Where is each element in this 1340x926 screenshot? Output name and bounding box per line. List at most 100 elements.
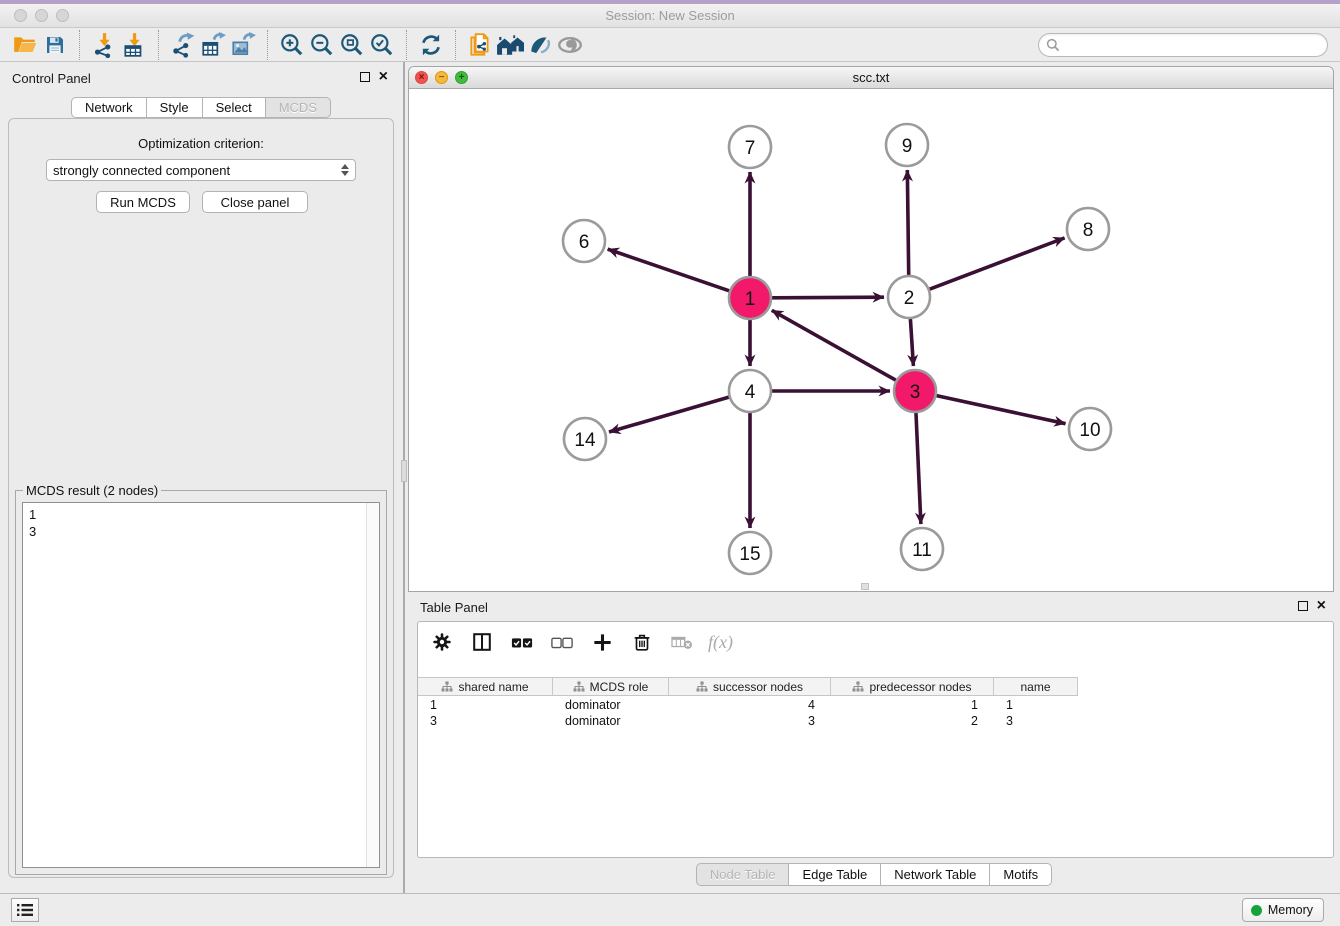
- close-panel-button[interactable]: Close panel: [202, 191, 308, 213]
- table-cell[interactable]: 3: [994, 713, 1078, 729]
- mcds-result-textarea[interactable]: 13: [22, 502, 380, 868]
- tab-network-table[interactable]: Network Table: [881, 863, 990, 886]
- export-network-button[interactable]: [168, 30, 198, 60]
- search-field[interactable]: [1038, 33, 1328, 57]
- toolbar-separator: [79, 30, 80, 60]
- export-network-icon: [170, 32, 196, 58]
- panel-splitter[interactable]: [400, 62, 408, 893]
- network-scroll-handle[interactable]: [861, 583, 869, 590]
- table-cell[interactable]: 4: [669, 697, 831, 713]
- export-table-button[interactable]: [198, 30, 228, 60]
- graph-node-10[interactable]: 10: [1069, 408, 1111, 450]
- graph-node-3[interactable]: 3: [894, 370, 936, 412]
- table-row[interactable]: 3dominator323: [418, 713, 1333, 729]
- save-session-button[interactable]: [40, 30, 70, 60]
- column-header-successor-nodes[interactable]: successor nodes: [669, 678, 831, 695]
- edge-3-11[interactable]: [916, 413, 921, 524]
- zoom-in-button[interactable]: [277, 30, 307, 60]
- graph-node-8[interactable]: 8: [1067, 208, 1109, 250]
- network-canvas[interactable]: 7 9 6 8 1 2 4 3 14 10 15 11: [409, 89, 1333, 591]
- column-header-name[interactable]: name: [994, 678, 1078, 695]
- criterion-dropdown-value: strongly connected component: [53, 163, 230, 178]
- graph-node-15[interactable]: 15: [729, 532, 771, 574]
- tab-mcds[interactable]: MCDS: [266, 97, 331, 118]
- edge-1-2[interactable]: [772, 297, 884, 298]
- network-graph[interactable]: 7 9 6 8 1 2 4 3 14 10 15 11: [409, 89, 1333, 591]
- tab-network[interactable]: Network: [71, 97, 147, 118]
- edge-3-10[interactable]: [936, 396, 1065, 424]
- toggle-bird-view-button[interactable]: [555, 30, 585, 60]
- zoom-fit-button[interactable]: [337, 30, 367, 60]
- table-panel-tabs: Node TableEdge TableNetwork TableMotifs: [408, 863, 1340, 886]
- close-table-panel-icon[interactable]: ×: [1317, 601, 1326, 611]
- tab-node-table[interactable]: Node Table: [696, 863, 790, 886]
- mcds-result-scrollbar[interactable]: [366, 503, 379, 867]
- split-table-view-button[interactable]: [468, 628, 496, 656]
- tab-select[interactable]: Select: [203, 97, 266, 118]
- table-cell[interactable]: 3: [418, 713, 553, 729]
- tab-edge-table[interactable]: Edge Table: [789, 863, 881, 886]
- tab-motifs[interactable]: Motifs: [990, 863, 1052, 886]
- dropdown-stepper-icon: [341, 164, 349, 176]
- column-settings-button[interactable]: [428, 628, 456, 656]
- splitter-grip[interactable]: [401, 460, 407, 482]
- export-image-button[interactable]: [228, 30, 258, 60]
- graph-node-2[interactable]: 2: [888, 276, 930, 318]
- deselect-all-button[interactable]: [548, 628, 576, 656]
- export-table-icon: [200, 32, 226, 58]
- function-builder-button[interactable]: f(x): [708, 632, 733, 653]
- edge-2-3[interactable]: [910, 319, 913, 366]
- criterion-dropdown[interactable]: strongly connected component: [46, 159, 356, 181]
- table-cell[interactable]: 1: [831, 697, 994, 713]
- table-cell[interactable]: 2: [831, 713, 994, 729]
- close-panel-icon[interactable]: ×: [379, 72, 388, 82]
- delete-column-button[interactable]: [628, 628, 656, 656]
- import-network-button[interactable]: [89, 30, 119, 60]
- zoom-selected-button[interactable]: [367, 30, 397, 60]
- edge-3-1[interactable]: [772, 310, 896, 380]
- table-cell[interactable]: 3: [669, 713, 831, 729]
- float-table-panel-icon[interactable]: [1298, 601, 1308, 611]
- table-cell[interactable]: dominator: [553, 697, 669, 713]
- edge-2-8[interactable]: [930, 238, 1065, 289]
- run-mcds-button[interactable]: Run MCDS: [96, 191, 190, 213]
- column-header-MCDS-role[interactable]: MCDS role: [553, 678, 669, 695]
- refresh-button[interactable]: [416, 30, 446, 60]
- table-cell[interactable]: 1: [418, 697, 553, 713]
- graph-node-14[interactable]: 14: [564, 418, 606, 460]
- home-button[interactable]: [495, 30, 525, 60]
- memory-button[interactable]: Memory: [1242, 898, 1324, 922]
- graph-node-7[interactable]: 7: [729, 126, 771, 168]
- tab-style[interactable]: Style: [147, 97, 203, 118]
- show-hide-graphics-details-button[interactable]: [525, 30, 555, 60]
- graph-node-6[interactable]: 6: [563, 220, 605, 262]
- column-header-predecessor-nodes[interactable]: predecessor nodes: [831, 678, 994, 695]
- new-network-from-selection-button[interactable]: [465, 30, 495, 60]
- mcds-result-title: MCDS result (2 nodes): [23, 483, 161, 498]
- search-input[interactable]: [1060, 35, 1327, 55]
- task-history-button[interactable]: [11, 898, 39, 922]
- graph-node-4[interactable]: 4: [729, 370, 771, 412]
- session-title: Session: New Session: [0, 8, 1340, 23]
- graph-node-9[interactable]: 9: [886, 124, 928, 166]
- edge-2-9[interactable]: [907, 170, 908, 275]
- delete-table-button[interactable]: [668, 628, 696, 656]
- table-panel-title: Table Panel: [420, 600, 488, 615]
- zoom-in-icon: [279, 32, 305, 58]
- add-column-button[interactable]: [588, 628, 616, 656]
- float-panel-icon[interactable]: [360, 72, 370, 82]
- table-cell[interactable]: dominator: [553, 713, 669, 729]
- graph-node-11[interactable]: 11: [901, 528, 943, 570]
- node-table-body: f(x) shared nameMCDS rolesuccessor nodes…: [417, 621, 1334, 858]
- select-all-button[interactable]: [508, 628, 536, 656]
- table-cell[interactable]: 1: [994, 697, 1078, 713]
- import-table-button[interactable]: [119, 30, 149, 60]
- edge-4-14[interactable]: [609, 397, 729, 432]
- graph-node-1[interactable]: 1: [729, 277, 771, 319]
- table-row[interactable]: 1dominator411: [418, 697, 1333, 713]
- column-header-shared-name[interactable]: shared name: [418, 678, 553, 695]
- open-session-button[interactable]: [10, 30, 40, 60]
- unchecked-boxes-icon: [550, 631, 574, 653]
- zoom-out-button[interactable]: [307, 30, 337, 60]
- edge-1-6[interactable]: [608, 249, 730, 291]
